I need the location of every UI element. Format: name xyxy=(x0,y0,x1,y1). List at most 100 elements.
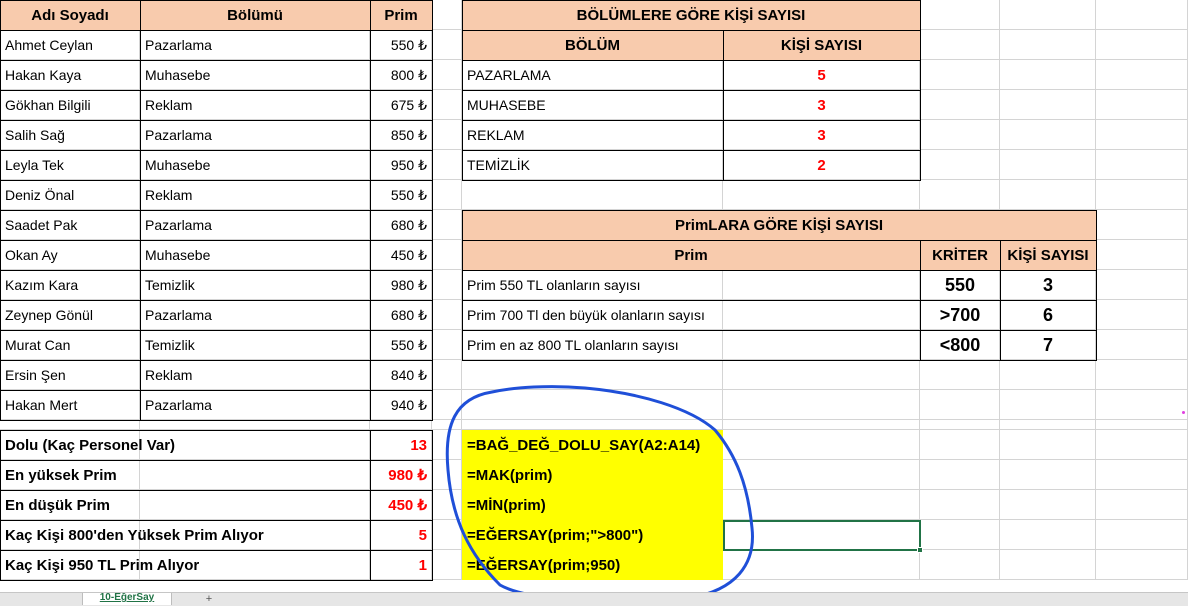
employee-name[interactable]: Deniz Önal xyxy=(0,180,140,210)
grid-cell[interactable] xyxy=(1000,120,1096,150)
formula-cell[interactable]: =EĞERSAY(prim;950) xyxy=(462,550,723,580)
grid-cell[interactable] xyxy=(0,420,140,430)
formula-cell[interactable]: =MİN(prim) xyxy=(462,490,723,520)
grid-cell[interactable] xyxy=(1096,420,1188,430)
employee-prim[interactable]: 450 ₺ xyxy=(370,240,432,270)
dept-header-dept[interactable]: BÖLÜM xyxy=(462,30,723,60)
grid-cell[interactable] xyxy=(432,120,462,150)
employee-dept[interactable]: Muhasebe xyxy=(140,150,370,180)
employee-name[interactable]: Saadet Pak xyxy=(0,210,140,240)
employee-dept[interactable]: Temizlik xyxy=(140,270,370,300)
grid-cell[interactable] xyxy=(920,460,1000,490)
employee-prim[interactable]: 950 ₺ xyxy=(370,150,432,180)
grid-cell[interactable] xyxy=(462,420,723,430)
dept-name[interactable]: PAZARLAMA xyxy=(462,60,723,90)
prim-header-prim[interactable]: Prim xyxy=(462,240,920,270)
grid-cell[interactable] xyxy=(723,390,920,420)
grid-cell[interactable] xyxy=(432,520,462,550)
dept-name[interactable]: REKLAM xyxy=(462,120,723,150)
header-prim[interactable]: Prim xyxy=(370,0,432,30)
employee-dept[interactable]: Reklam xyxy=(140,180,370,210)
formula-cell[interactable]: =MAK(prim) xyxy=(462,460,723,490)
grid-cell[interactable] xyxy=(432,420,462,430)
prim-table-title[interactable]: PrimLARA GÖRE KİŞİ SAYISI xyxy=(462,210,1096,240)
summary-label[interactable]: Kaç Kişi 950 TL Prim Alıyor xyxy=(0,550,370,580)
grid-cell[interactable] xyxy=(1096,490,1188,520)
dept-name[interactable]: MUHASEBE xyxy=(462,90,723,120)
grid-cell[interactable] xyxy=(432,30,462,60)
employee-name[interactable]: Ersin Şen xyxy=(0,360,140,390)
summary-label[interactable]: Kaç Kişi 800'den Yüksek Prim Alıyor xyxy=(0,520,370,550)
grid-cell[interactable] xyxy=(1000,390,1096,420)
grid-cell[interactable] xyxy=(432,150,462,180)
prim-desc[interactable]: Prim 550 TL olanların sayısı xyxy=(462,270,920,300)
add-sheet-icon[interactable]: + xyxy=(202,594,216,605)
grid-cell[interactable] xyxy=(1096,360,1188,390)
prim-count[interactable]: 7 xyxy=(1000,330,1096,360)
employee-dept[interactable]: Pazarlama xyxy=(140,300,370,330)
employee-prim[interactable]: 840 ₺ xyxy=(370,360,432,390)
summary-value[interactable]: 450 ₺ xyxy=(370,490,432,520)
grid-cell[interactable] xyxy=(1096,180,1188,210)
employee-prim[interactable]: 850 ₺ xyxy=(370,120,432,150)
header-name[interactable]: Adı Soyadı xyxy=(0,0,140,30)
grid-cell[interactable] xyxy=(432,210,462,240)
prim-criteria[interactable]: >700 xyxy=(920,300,1000,330)
fill-handle[interactable] xyxy=(917,547,923,553)
grid-cell[interactable] xyxy=(432,0,462,30)
grid-cell[interactable] xyxy=(1096,210,1188,240)
summary-label[interactable]: En yüksek Prim xyxy=(0,460,370,490)
grid-cell[interactable] xyxy=(432,390,462,420)
formula-cell[interactable]: =EĞERSAY(prim;">800") xyxy=(462,520,723,550)
prim-criteria[interactable]: 550 xyxy=(920,270,1000,300)
grid-cell[interactable] xyxy=(432,550,462,580)
spreadsheet-grid[interactable]: Adı Soyadı Bölümü Prim Ahmet Ceylan Pazarlam… xyxy=(0,0,1188,605)
employee-name[interactable]: Hakan Mert xyxy=(0,390,140,420)
summary-value[interactable]: 5 xyxy=(370,520,432,550)
employee-name[interactable]: Okan Ay xyxy=(0,240,140,270)
grid-cell[interactable] xyxy=(723,550,920,580)
grid-cell[interactable] xyxy=(432,360,462,390)
header-dept[interactable]: Bölümü xyxy=(140,0,370,30)
employee-dept[interactable]: Pazarlama xyxy=(140,390,370,420)
grid-cell[interactable] xyxy=(1000,180,1096,210)
grid-cell[interactable] xyxy=(1096,300,1188,330)
employee-name[interactable]: Ahmet Ceylan xyxy=(0,30,140,60)
grid-cell[interactable] xyxy=(1096,60,1188,90)
grid-cell[interactable] xyxy=(920,30,1000,60)
grid-cell[interactable] xyxy=(432,180,462,210)
summary-label[interactable]: En düşük Prim xyxy=(0,490,370,520)
employee-dept[interactable]: Muhasebe xyxy=(140,240,370,270)
employee-dept[interactable]: Pazarlama xyxy=(140,30,370,60)
grid-cell[interactable] xyxy=(462,360,723,390)
grid-cell[interactable] xyxy=(432,430,462,460)
summary-value[interactable]: 980 ₺ xyxy=(370,460,432,490)
grid-cell[interactable] xyxy=(920,490,1000,520)
grid-cell[interactable] xyxy=(1096,0,1188,30)
employee-prim[interactable]: 940 ₺ xyxy=(370,390,432,420)
employee-name[interactable]: Leyla Tek xyxy=(0,150,140,180)
employee-prim[interactable]: 800 ₺ xyxy=(370,60,432,90)
grid-cell[interactable] xyxy=(432,60,462,90)
employee-prim[interactable]: 675 ₺ xyxy=(370,90,432,120)
employee-dept[interactable]: Pazarlama xyxy=(140,120,370,150)
grid-cell[interactable] xyxy=(1000,150,1096,180)
grid-cell[interactable] xyxy=(723,460,920,490)
employee-name[interactable]: Murat Can xyxy=(0,330,140,360)
summary-value[interactable]: 1 xyxy=(370,550,432,580)
grid-cell[interactable] xyxy=(1000,360,1096,390)
grid-cell[interactable] xyxy=(1096,120,1188,150)
prim-desc[interactable]: Prim 700 Tl den büyük olanların sayısı xyxy=(462,300,920,330)
grid-cell[interactable] xyxy=(723,420,920,430)
grid-cell[interactable] xyxy=(920,90,1000,120)
employee-prim[interactable]: 680 ₺ xyxy=(370,210,432,240)
grid-cell[interactable] xyxy=(1000,90,1096,120)
grid-cell[interactable] xyxy=(1096,30,1188,60)
grid-cell[interactable] xyxy=(920,550,1000,580)
grid-cell[interactable] xyxy=(723,490,920,520)
grid-cell[interactable] xyxy=(1000,520,1096,550)
grid-cell[interactable] xyxy=(1096,390,1188,420)
employee-name[interactable]: Zeynep Gönül xyxy=(0,300,140,330)
grid-cell[interactable] xyxy=(462,390,723,420)
grid-cell[interactable] xyxy=(432,270,462,300)
